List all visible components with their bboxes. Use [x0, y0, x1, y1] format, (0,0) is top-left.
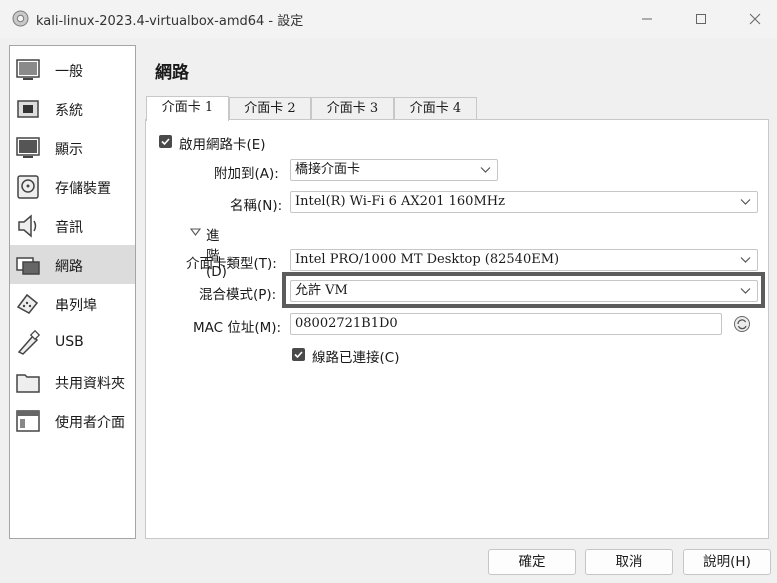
name-select[interactable]: Intel(R) Wi-Fi 6 AX201 160MHz — [290, 191, 758, 213]
sidebar-item-label: 共用資料夾 — [55, 376, 125, 392]
mac-address-input[interactable]: 08002721B1D0 — [290, 313, 722, 335]
sidebar-item-label: 串列埠 — [55, 298, 97, 314]
minimize-button[interactable] — [632, 6, 662, 32]
minimize-icon — [642, 18, 652, 20]
checkmark-icon — [161, 138, 170, 146]
checkmark-icon — [294, 351, 303, 359]
sidebar-item-user-interface[interactable]: 使用者介面 — [10, 401, 135, 440]
enable-adapter-label: 啟用網路卡(E) — [179, 137, 266, 153]
attached-to-label: 附加到(A): — [214, 166, 279, 182]
attached-to-select[interactable]: 橋接介面卡 — [290, 159, 498, 181]
sidebar-item-label: 顯示 — [55, 142, 83, 158]
tab-adapter-1[interactable]: 介面卡 1 — [146, 96, 229, 121]
virtualbox-gear-icon — [12, 10, 29, 27]
sidebar-item-system[interactable]: 系統 — [10, 89, 135, 128]
general-icon — [16, 59, 40, 80]
chevron-down-icon — [740, 257, 751, 263]
name-value: Intel(R) Wi-Fi 6 AX201 160MHz — [295, 194, 505, 209]
sidebar-item-label: 一般 — [55, 64, 83, 80]
close-button[interactable] — [740, 6, 770, 32]
adapter-type-label: 介面卡類型(T): — [186, 256, 277, 272]
mac-address-label: MAC 位址(M): — [193, 320, 282, 336]
promiscuous-mode-highlight — [282, 272, 765, 308]
sidebar-item-audio[interactable]: 音訊 — [10, 206, 135, 245]
system-icon — [17, 100, 39, 118]
attached-to-value: 橋接介面卡 — [295, 162, 361, 177]
sidebar-item-storage[interactable]: 存儲裝置 — [10, 167, 135, 206]
page-title: 網路 — [155, 63, 189, 83]
adapter-type-select[interactable]: Intel PRO/1000 MT Desktop (82540EM) — [290, 249, 758, 271]
cable-connected-checkbox[interactable] — [292, 348, 305, 361]
display-icon — [16, 137, 40, 158]
cable-connected-label: 線路已連接(C) — [312, 350, 400, 366]
window-title: kali-linux-2023.4-virtualbox-amd64 - 設定 — [36, 14, 304, 29]
maximize-icon — [696, 14, 706, 24]
adapter-type-value: Intel PRO/1000 MT Desktop (82540EM) — [295, 252, 560, 267]
sidebar-item-label: 系統 — [55, 103, 83, 119]
promiscuous-mode-label: 混合模式(P): — [199, 287, 277, 303]
maximize-button[interactable] — [686, 6, 716, 32]
chevron-down-icon — [740, 199, 751, 205]
ok-button[interactable]: 確定 — [488, 549, 576, 575]
enable-adapter-checkbox[interactable] — [159, 135, 172, 148]
sidebar-item-label: 音訊 — [55, 220, 83, 236]
mac-address-value: 08002721B1D0 — [295, 316, 398, 331]
usb-icon — [17, 330, 41, 355]
sidebar-item-general[interactable]: 一般 — [10, 50, 135, 89]
regenerate-mac-button[interactable] — [733, 315, 751, 333]
help-button[interactable]: 說明(H) — [683, 549, 771, 575]
sidebar-item-label: 網路 — [55, 259, 83, 275]
sidebar-item-network[interactable]: 網路 — [10, 245, 135, 284]
audio-icon — [18, 214, 37, 238]
network-icon — [16, 257, 40, 275]
storage-icon — [17, 175, 39, 199]
refresh-icon — [734, 316, 750, 332]
sidebar-item-shared-folders[interactable]: 共用資料夾 — [10, 362, 135, 401]
sidebar-item-display[interactable]: 顯示 — [10, 128, 135, 167]
tab-adapter-4[interactable]: 介面卡 4 — [394, 97, 477, 121]
sidebar-item-label: 存儲裝置 — [55, 181, 111, 197]
chevron-down-icon — [480, 167, 491, 173]
collapse-triangle-icon — [190, 228, 201, 236]
settings-sidebar: 一般 系統 顯示 存儲裝置 音訊 網路 串列埠 USB 共用資料夾 使用者介面 — [9, 45, 136, 539]
tab-adapter-2[interactable]: 介面卡 2 — [229, 97, 311, 121]
user-interface-icon — [16, 410, 40, 432]
sidebar-item-usb[interactable]: USB — [10, 323, 135, 362]
cancel-button[interactable]: 取消 — [585, 549, 673, 575]
sidebar-item-label: USB — [55, 334, 84, 350]
name-label: 名稱(N): — [230, 198, 283, 214]
serial-port-icon — [16, 293, 39, 314]
sidebar-item-label: 使用者介面 — [55, 415, 125, 431]
sidebar-item-serial-port[interactable]: 串列埠 — [10, 284, 135, 323]
title-bar: kali-linux-2023.4-virtualbox-amd64 - 設定 — [0, 0, 777, 38]
shared-folder-icon — [16, 374, 40, 393]
tab-adapter-3[interactable]: 介面卡 3 — [311, 97, 394, 121]
close-icon — [749, 13, 761, 25]
